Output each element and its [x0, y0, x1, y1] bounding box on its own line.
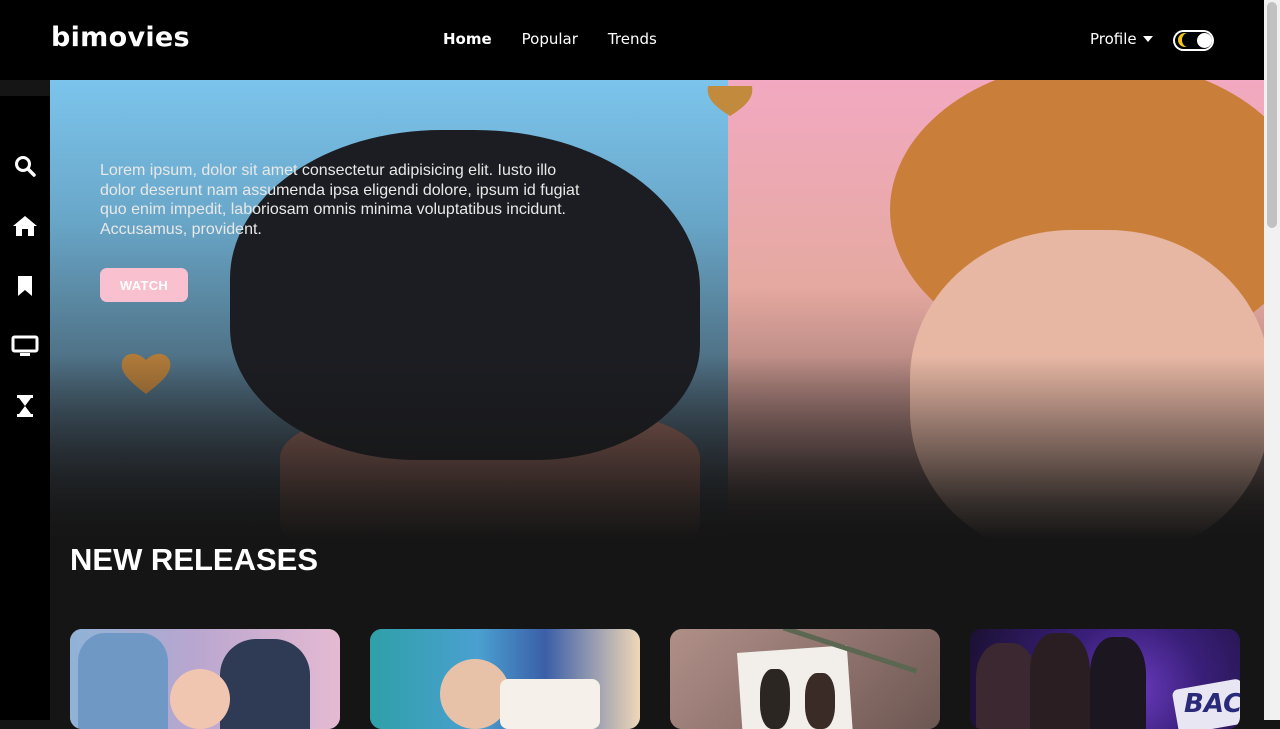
release-card[interactable]: BAC	[970, 629, 1240, 729]
profile-dropdown[interactable]: Profile	[1090, 30, 1153, 48]
hourglass-icon[interactable]	[11, 392, 39, 420]
scrollbar-thumb[interactable]	[1267, 2, 1277, 228]
profile-label: Profile	[1090, 30, 1137, 48]
sidebar	[0, 80, 50, 720]
theme-toggle[interactable]	[1173, 30, 1214, 51]
poster-title: BAC	[1184, 689, 1240, 719]
tv-icon[interactable]	[11, 332, 39, 360]
hero-banner	[50, 80, 1264, 540]
toggle-knob	[1197, 33, 1212, 48]
caret-down-icon	[1142, 36, 1153, 42]
watch-button[interactable]: WATCH	[100, 268, 188, 302]
release-card[interactable]	[370, 629, 640, 729]
search-icon[interactable]	[11, 152, 39, 180]
logo[interactable]: bimovies	[51, 22, 190, 53]
section-title-new-releases: NEW RELEASES	[70, 542, 319, 577]
release-card[interactable]	[70, 629, 340, 729]
home-icon[interactable]	[11, 212, 39, 240]
main-menu: Home Popular Trends	[443, 30, 687, 48]
scrollbar[interactable]	[1264, 0, 1280, 720]
hero-description: Lorem ipsum, dolor sit amet consectetur …	[100, 162, 580, 238]
release-card[interactable]	[670, 629, 940, 729]
top-navbar: bimovies Home Popular Trends Profile	[0, 0, 1264, 80]
menu-item-popular[interactable]: Popular	[522, 30, 578, 48]
bookmark-icon[interactable]	[11, 272, 39, 300]
menu-item-trends[interactable]: Trends	[608, 30, 657, 48]
menu-item-home[interactable]: Home	[443, 30, 492, 48]
